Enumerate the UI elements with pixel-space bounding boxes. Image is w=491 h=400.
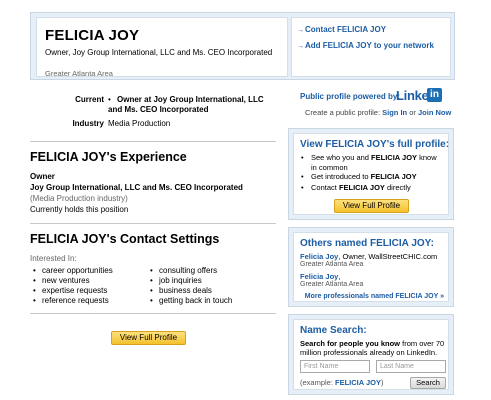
contact-link[interactable]: →Contact FELICIA JOY bbox=[297, 25, 386, 34]
experience-title: FELICIA JOY's Experience bbox=[30, 150, 187, 164]
sign-in-link[interactable]: Sign In bbox=[382, 108, 407, 117]
view-full-profile-button[interactable]: View Full Profile bbox=[111, 331, 186, 345]
benefit-name: FELICIA JOY bbox=[371, 153, 418, 162]
interest-item: career opportunities bbox=[33, 266, 113, 275]
interest-item: expertise requests bbox=[33, 286, 107, 295]
name-search-box: Name Search: Search for people you know … bbox=[288, 314, 454, 395]
example-suffix: ) bbox=[381, 378, 384, 387]
benefit-text: See who you and bbox=[311, 153, 372, 162]
add-to-network-label: Add FELICIA JOY to your network bbox=[305, 41, 434, 50]
name-search-title: Name Search: bbox=[300, 325, 367, 336]
other-person[interactable]: Felicia Joy, Owner, WallStreetCHIC.com bbox=[300, 252, 437, 261]
arrow-icon: → bbox=[297, 43, 304, 50]
first-name-input[interactable]: First Name bbox=[300, 360, 370, 373]
join-now-link[interactable]: Join Now bbox=[418, 108, 451, 117]
experience-role: Owner bbox=[30, 172, 55, 181]
add-to-network-link[interactable]: →Add FELICIA JOY to your network bbox=[297, 41, 434, 50]
benefit-item: Get introduced to FELICIA JOY bbox=[301, 172, 442, 182]
interest-item: job inquiries bbox=[150, 276, 202, 285]
current-label: Current bbox=[75, 95, 104, 104]
other-person-name[interactable]: Felicia Joy bbox=[300, 272, 338, 281]
others-named-box: Others named FELICIA JOY: Felicia Joy, O… bbox=[288, 227, 454, 307]
powered-by-label: Public profile powered by: bbox=[300, 92, 401, 101]
others-named-box-inner: Others named FELICIA JOY: Felicia Joy, O… bbox=[293, 232, 449, 302]
current-value: • Owner at Joy Group International, LLC a… bbox=[108, 95, 264, 114]
profile-name: FELICIA JOY bbox=[45, 27, 140, 44]
full-profile-box: View FELICIA JOY's full profile: See who… bbox=[288, 128, 454, 220]
benefit-text: directly bbox=[384, 183, 411, 192]
divider bbox=[30, 313, 276, 314]
interest-item: reference requests bbox=[33, 296, 109, 305]
more-professionals-link[interactable]: More professionals named FELICIA JOY » bbox=[305, 293, 444, 300]
create-profile-line: Create a public profile: Sign In or Join… bbox=[305, 108, 451, 117]
view-full-profile-box-button[interactable]: View Full Profile bbox=[334, 199, 409, 213]
others-named-title: Others named FELICIA JOY: bbox=[300, 238, 434, 249]
divider bbox=[30, 141, 276, 142]
experience-status: Currently holds this position bbox=[30, 205, 129, 214]
name-search-box-inner: Name Search: Search for people you know … bbox=[293, 319, 449, 390]
profile-headline: Owner, Joy Group International, LLC and … bbox=[45, 48, 273, 57]
other-person-desc: , bbox=[338, 272, 341, 281]
industry-label: Industry bbox=[72, 119, 104, 128]
interest-item: consulting offers bbox=[150, 266, 217, 275]
linkedin-logo-icon: in bbox=[427, 88, 442, 102]
benefit-item: See who you and FELICIA JOY know in comm… bbox=[301, 153, 442, 172]
benefit-item: Contact FELICIA JOY directly bbox=[301, 183, 442, 193]
interested-in-label: Interested In: bbox=[30, 254, 77, 263]
other-person[interactable]: Felicia Joy, bbox=[300, 272, 340, 281]
other-person-location: Greater Atlanta Area bbox=[300, 281, 364, 288]
name-search-desc-bold: Search for people you know bbox=[300, 339, 401, 348]
contact-link-label: Contact FELICIA JOY bbox=[305, 25, 387, 34]
benefit-name: FELICIA JOY bbox=[370, 172, 417, 181]
current-value-text: Owner at Joy Group International, LLC an… bbox=[108, 95, 264, 114]
search-button[interactable]: Search bbox=[410, 377, 446, 389]
create-profile-text: Create a public profile: bbox=[305, 108, 381, 117]
divider bbox=[30, 223, 276, 224]
benefit-text: Contact bbox=[311, 183, 339, 192]
contact-settings-title: FELICIA JOY's Contact Settings bbox=[30, 232, 220, 246]
example-name[interactable]: FELICIA JOY bbox=[335, 378, 381, 387]
or-text: or bbox=[409, 108, 416, 117]
last-name-input[interactable]: Last Name bbox=[376, 360, 446, 373]
other-person-desc: , Owner, WallStreetCHIC.com bbox=[338, 252, 438, 261]
experience-company: Joy Group International, LLC and Ms. CEO… bbox=[30, 183, 243, 192]
other-person-name[interactable]: Felicia Joy bbox=[300, 252, 338, 261]
interest-item: getting back in touch bbox=[150, 296, 232, 305]
interest-item: new ventures bbox=[33, 276, 90, 285]
experience-industry: (Media Production industry) bbox=[30, 194, 128, 203]
arrow-icon: → bbox=[297, 27, 304, 34]
profile-header-card: FELICIA JOY Owner, Joy Group Internation… bbox=[36, 17, 288, 78]
full-profile-box-title: View FELICIA JOY's full profile: bbox=[300, 139, 450, 150]
industry-value: Media Production bbox=[108, 119, 171, 128]
interest-item: business deals bbox=[150, 286, 212, 295]
profile-actions: →Contact FELICIA JOY →Add FELICIA JOY to… bbox=[291, 17, 451, 77]
full-profile-box-inner: View FELICIA JOY's full profile: See who… bbox=[293, 133, 449, 215]
benefit-text: Get introduced to bbox=[311, 172, 371, 181]
benefit-name: FELICIA JOY bbox=[338, 183, 385, 192]
example-prefix: (example: bbox=[300, 378, 336, 387]
search-example: (example: FELICIA JOY) bbox=[300, 378, 384, 387]
profile-header: FELICIA JOY Owner, Joy Group Internation… bbox=[30, 12, 455, 80]
other-person-location: Greater Atlanta Area bbox=[300, 261, 364, 268]
profile-location: Greater Atlanta Area bbox=[45, 69, 113, 78]
name-search-description: Search for people you know from over 70 … bbox=[300, 339, 448, 357]
